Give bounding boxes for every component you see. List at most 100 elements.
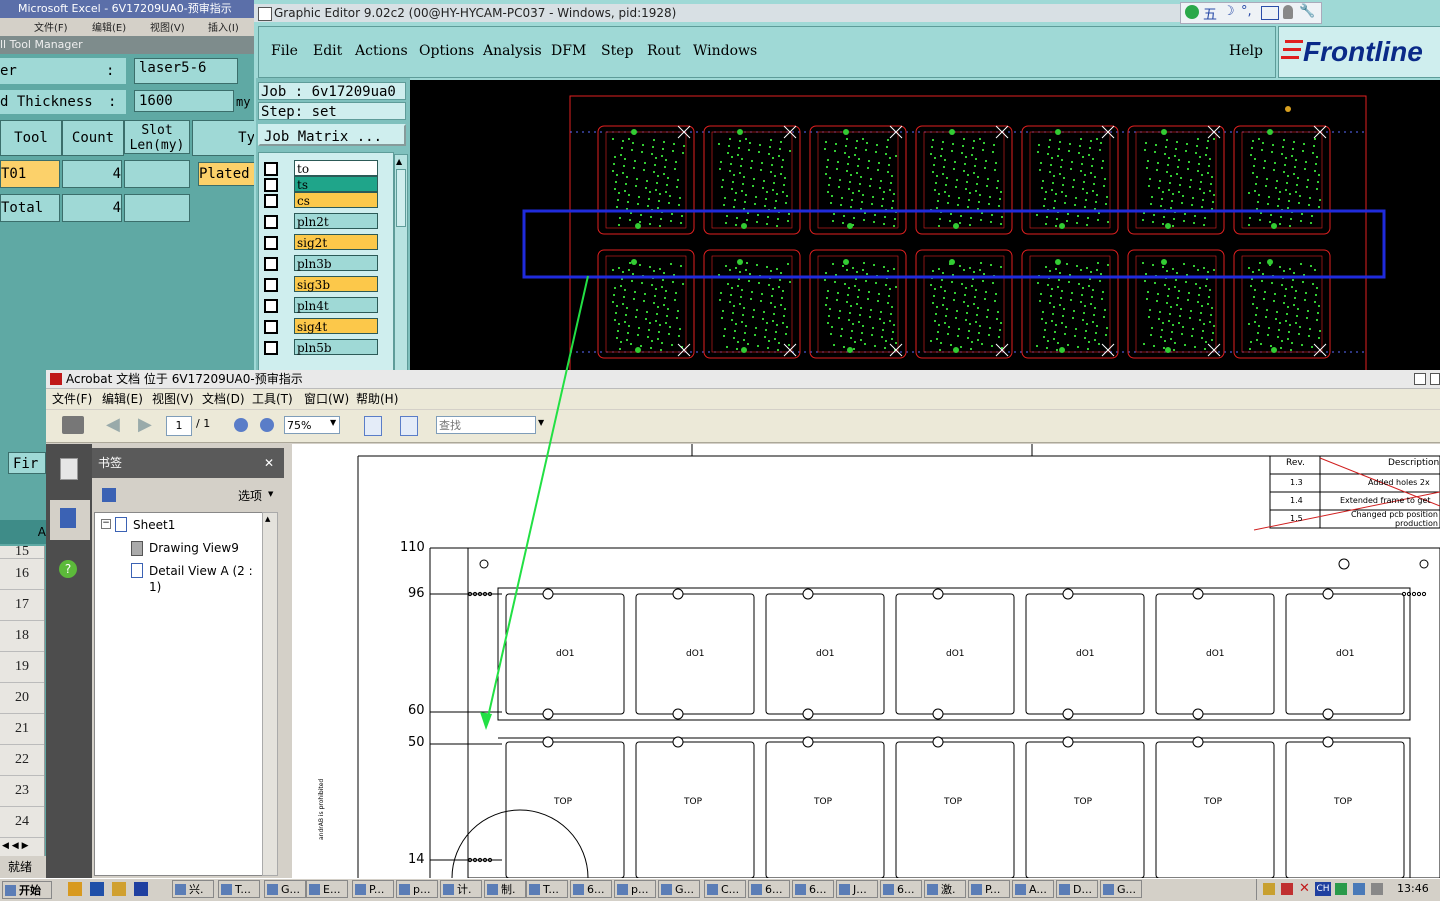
layer-name[interactable]: pln5b: [294, 339, 378, 355]
moon-icon[interactable]: ☽: [1223, 4, 1235, 19]
language-indicator[interactable]: CH: [1315, 882, 1331, 896]
ge-menu-step[interactable]: Step: [601, 43, 633, 59]
ge-menu-actions[interactable]: Actions: [355, 43, 408, 59]
layer-row-pln3b[interactable]: pln3b: [264, 255, 380, 271]
taskbar-item[interactable]: 6...: [748, 880, 790, 898]
tool-manager-title[interactable]: ll Tool Manager: [0, 36, 254, 54]
taskbar-item[interactable]: A...: [1012, 880, 1054, 898]
scroll-up-icon[interactable]: ▲: [396, 157, 404, 167]
layer-name[interactable]: cs: [294, 192, 378, 208]
bookmark-scrollbar[interactable]: ▲: [262, 512, 278, 876]
layer-checkbox[interactable]: [264, 178, 278, 192]
options-menu[interactable]: 选项: [238, 487, 262, 504]
acro-menu-file[interactable]: 文件(F): [52, 389, 92, 409]
tool-row-t01-type[interactable]: Plated: [198, 162, 256, 186]
row-24[interactable]: 24: [0, 807, 44, 838]
layer-checkbox[interactable]: [264, 341, 278, 355]
layer-checkbox[interactable]: [264, 215, 278, 229]
acro-menu-window[interactable]: 窗口(W): [304, 389, 349, 409]
layer-row-to[interactable]: to: [264, 160, 380, 176]
taskbar-item[interactable]: 计.: [440, 880, 482, 898]
taskbar-item[interactable]: 6...: [880, 880, 922, 898]
sogou-icon[interactable]: [1185, 5, 1199, 19]
quicklaunch-icon[interactable]: [90, 882, 104, 896]
bookmarks-icon[interactable]: [60, 508, 76, 528]
layer-row-ts[interactable]: ts: [264, 176, 380, 192]
punct-icon[interactable]: °,: [1241, 4, 1252, 19]
layer-checkbox[interactable]: [264, 320, 278, 334]
minimize-button[interactable]: [1414, 373, 1426, 385]
taskbar-item[interactable]: P...: [352, 880, 394, 898]
acro-menu-edit[interactable]: 编辑(E): [102, 389, 143, 409]
taskbar-item[interactable]: 激.: [924, 880, 966, 898]
acrobat-titlebar[interactable]: Acrobat 文档 位于 6V17209UA0-预审指示: [46, 370, 1440, 389]
taskbar-item[interactable]: G...: [1100, 880, 1142, 898]
layer-row-pln4t[interactable]: pln4t: [264, 297, 380, 313]
layer-checkbox[interactable]: [264, 278, 278, 292]
taskbar-item[interactable]: p...: [614, 880, 656, 898]
layer-checkbox[interactable]: [264, 194, 278, 208]
layer-list-scrollbar[interactable]: ▲: [394, 154, 408, 372]
layer-name[interactable]: sig2t: [294, 234, 378, 250]
clock[interactable]: 13:46: [1397, 882, 1429, 895]
prev-page-icon[interactable]: ◀: [106, 414, 120, 435]
layer-row-pln5b[interactable]: pln5b: [264, 339, 380, 355]
row-23[interactable]: 23: [0, 776, 44, 807]
ge-menu-file[interactable]: File: [271, 43, 298, 59]
ime-toolbar[interactable]: 五 ☽ °, 🔧: [1180, 2, 1322, 24]
zoom-in-icon[interactable]: [260, 418, 274, 432]
acro-menu-help[interactable]: 帮助(H): [356, 389, 398, 409]
sheet-nav-arrows[interactable]: ◀ ◀ ▶: [2, 840, 44, 852]
fir-field[interactable]: Fir: [8, 452, 46, 474]
graphic-editor-titlebar[interactable]: Graphic Editor 9.02c2 (00@HY-HYCAM-PC037…: [254, 4, 1180, 22]
thickness-value-field[interactable]: 1600: [134, 90, 234, 112]
layer-row-pln2t[interactable]: pln2t: [264, 213, 380, 229]
fit-width-icon[interactable]: [364, 416, 382, 436]
pcb-canvas[interactable]: [410, 80, 1440, 373]
new-bookmark-icon[interactable]: [102, 488, 116, 502]
zoom-out-icon[interactable]: [234, 418, 248, 432]
row-22[interactable]: 22: [0, 745, 44, 776]
ge-menu-dfm[interactable]: DFM: [551, 43, 586, 59]
keyboard-icon[interactable]: [1261, 6, 1279, 20]
layer-value-field[interactable]: laser5-6: [134, 58, 238, 84]
acro-menu-view[interactable]: 视图(V): [152, 389, 194, 409]
ge-menu-help[interactable]: Help: [1229, 43, 1263, 59]
taskbar-item[interactable]: J...: [836, 880, 878, 898]
job-matrix-button[interactable]: Job Matrix ...: [258, 124, 406, 146]
layer-row-cs[interactable]: cs: [264, 192, 380, 208]
pages-icon[interactable]: [60, 458, 78, 480]
row-20[interactable]: 20: [0, 683, 44, 714]
zoom-dropdown-icon[interactable]: ▼: [330, 418, 336, 427]
taskbar-item[interactable]: P...: [968, 880, 1010, 898]
row-15[interactable]: 15: [0, 546, 44, 559]
layer-row-sig3b[interactable]: sig3b: [264, 276, 380, 292]
taskbar-item[interactable]: G...: [264, 880, 306, 898]
scroll-thumb[interactable]: [396, 169, 406, 227]
layer-name[interactable]: pln2t: [294, 213, 378, 229]
layer-checkbox[interactable]: [264, 299, 278, 313]
help-icon[interactable]: ?: [59, 560, 77, 578]
col-header-count[interactable]: Count: [62, 120, 124, 156]
acro-menu-tools[interactable]: 工具(T): [252, 389, 293, 409]
taskbar-item[interactable]: D...: [1056, 880, 1098, 898]
taskbar-item[interactable]: G...: [658, 880, 700, 898]
scroll-up-icon[interactable]: ▲: [265, 515, 270, 523]
ge-menu-windows[interactable]: Windows: [693, 43, 757, 59]
search-input[interactable]: [436, 416, 536, 434]
chevron-down-icon[interactable]: ▼: [268, 490, 273, 498]
close-icon[interactable]: ✕: [264, 448, 274, 478]
taskbar-item[interactable]: T...: [526, 880, 568, 898]
search-dropdown-icon[interactable]: ▼: [538, 418, 544, 427]
tray-icon[interactable]: [1263, 883, 1275, 895]
print-icon[interactable]: [62, 416, 84, 434]
ge-menu-edit[interactable]: Edit: [313, 43, 342, 59]
bookmark-drawing-view[interactable]: Drawing View9: [149, 541, 239, 555]
tray-icon[interactable]: [1281, 883, 1293, 895]
col-header-tool[interactable]: Tool: [0, 120, 62, 156]
layer-name[interactable]: sig4t: [294, 318, 378, 334]
start-button[interactable]: 开始: [2, 881, 52, 899]
wubi-icon[interactable]: 五: [1203, 4, 1217, 24]
col-header-type[interactable]: Ty: [192, 120, 256, 156]
taskbar-item[interactable]: 6...: [570, 880, 612, 898]
